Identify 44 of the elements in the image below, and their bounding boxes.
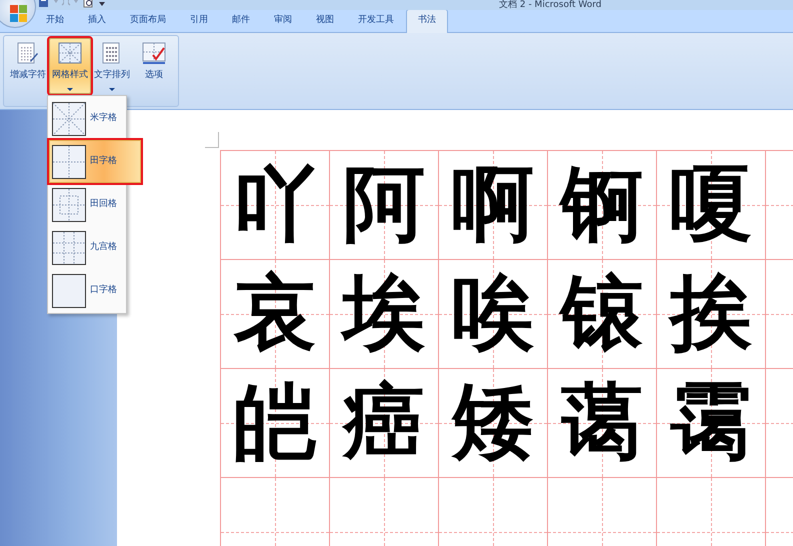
character-grid-icon [15, 41, 41, 65]
customize-toolbar-icon[interactable] [98, 0, 106, 6]
save-icon[interactable] [38, 0, 49, 8]
grid-style-icon [57, 41, 83, 65]
nine-square-grid-icon [52, 230, 86, 264]
ribbon-tab[interactable]: 引用 [178, 8, 220, 32]
dropdown-caret-icon [109, 88, 115, 90]
print-preview-icon[interactable] [83, 0, 94, 8]
diagonal-grid-icon [52, 102, 86, 136]
ribbon-button[interactable]: 网格样式 [49, 38, 91, 94]
ribbon-tab[interactable]: 邮件 [220, 8, 262, 32]
margin-corner-mark [205, 132, 219, 148]
calligraphy-character: 锿 [561, 273, 643, 355]
ribbon-button[interactable]: 文字排列 [91, 38, 133, 94]
ribbon-tab[interactable]: 书法 [406, 8, 448, 33]
calligraphy-character: 嗄 [670, 164, 752, 246]
ribbon-tab[interactable]: 插入 [76, 8, 118, 32]
menu-item[interactable]: 九宫格 [49, 226, 125, 269]
calligraphy-character: 矮 [452, 382, 534, 464]
ribbon-tab[interactable]: 开发工具 [346, 8, 406, 32]
ribbon-tab[interactable]: 页面布局 [118, 8, 178, 32]
options-checkmark-icon [141, 41, 167, 65]
calligraphy-character: 蔼 [561, 382, 643, 464]
plain-square-icon [52, 274, 86, 308]
menu-item[interactable]: 田字格 [49, 140, 141, 183]
calligraphy-character: 阿 [343, 164, 425, 246]
ribbon-tab[interactable]: 审阅 [262, 8, 304, 32]
office-logo-icon [10, 5, 27, 22]
ribbon-button[interactable]: 选项 [133, 38, 175, 94]
calligraphy-character: 挨 [670, 273, 752, 355]
cross-grid-icon [52, 144, 86, 178]
nested-square-grid-icon [52, 188, 86, 222]
menu-item[interactable]: 口字格 [49, 269, 125, 312]
calligraphy-character: 锕 [561, 164, 643, 246]
dropdown-caret-icon [67, 88, 73, 90]
calligraphy-character: 霭 [670, 382, 752, 464]
ribbon-tab[interactable]: 开始 [34, 8, 76, 32]
calligraphy-character: 唉 [452, 273, 534, 355]
menu-item[interactable]: 田回格 [49, 183, 125, 226]
calligraphy-character: 皑 [234, 382, 316, 464]
calligraphy-character: 吖 [234, 164, 316, 246]
calligraphy-character: 啊 [452, 164, 534, 246]
ribbon-tab[interactable]: 视图 [304, 8, 346, 32]
menu-item[interactable]: 米字格 [49, 97, 125, 140]
